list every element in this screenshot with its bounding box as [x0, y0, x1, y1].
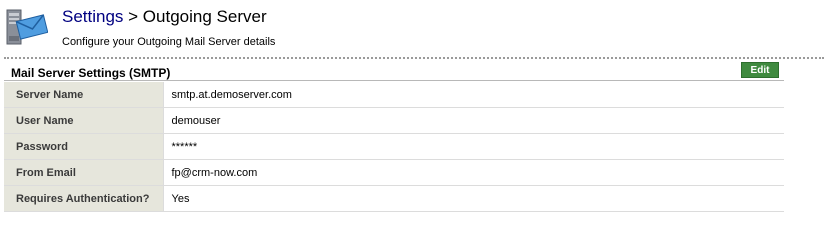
table-row: User Name demouser — [4, 107, 784, 134]
from-email-label: From Email — [4, 159, 164, 186]
server-name-label: Server Name — [4, 82, 164, 108]
mail-server-icon — [6, 9, 48, 45]
table-row: From Email fp@crm-now.com — [4, 159, 784, 186]
user-name-value: demouser — [163, 107, 784, 134]
section-title: Mail Server Settings (SMTP) — [11, 66, 171, 80]
from-email-value: fp@crm-now.com — [163, 159, 784, 186]
header-divider — [4, 57, 824, 59]
section-divider — [4, 80, 784, 81]
user-name-label: User Name — [4, 107, 164, 134]
settings-table: Server Name smtp.at.demoserver.com User … — [4, 82, 784, 212]
password-label: Password — [4, 133, 164, 160]
breadcrumb-current: > Outgoing Server — [123, 7, 267, 26]
breadcrumb: Settings > Outgoing Server — [62, 7, 267, 27]
table-row: Password ****** — [4, 133, 784, 160]
server-name-value: smtp.at.demoserver.com — [163, 82, 784, 108]
table-row: Server Name smtp.at.demoserver.com — [4, 82, 784, 108]
requires-auth-value: Yes — [163, 185, 784, 212]
password-value: ****** — [163, 133, 784, 160]
breadcrumb-settings-link[interactable]: Settings — [62, 7, 123, 26]
edit-button[interactable]: Edit — [741, 62, 779, 78]
page-subtitle: Configure your Outgoing Mail Server deta… — [62, 36, 276, 48]
table-row: Requires Authentication? Yes — [4, 185, 784, 212]
requires-auth-label: Requires Authentication? — [4, 185, 164, 212]
